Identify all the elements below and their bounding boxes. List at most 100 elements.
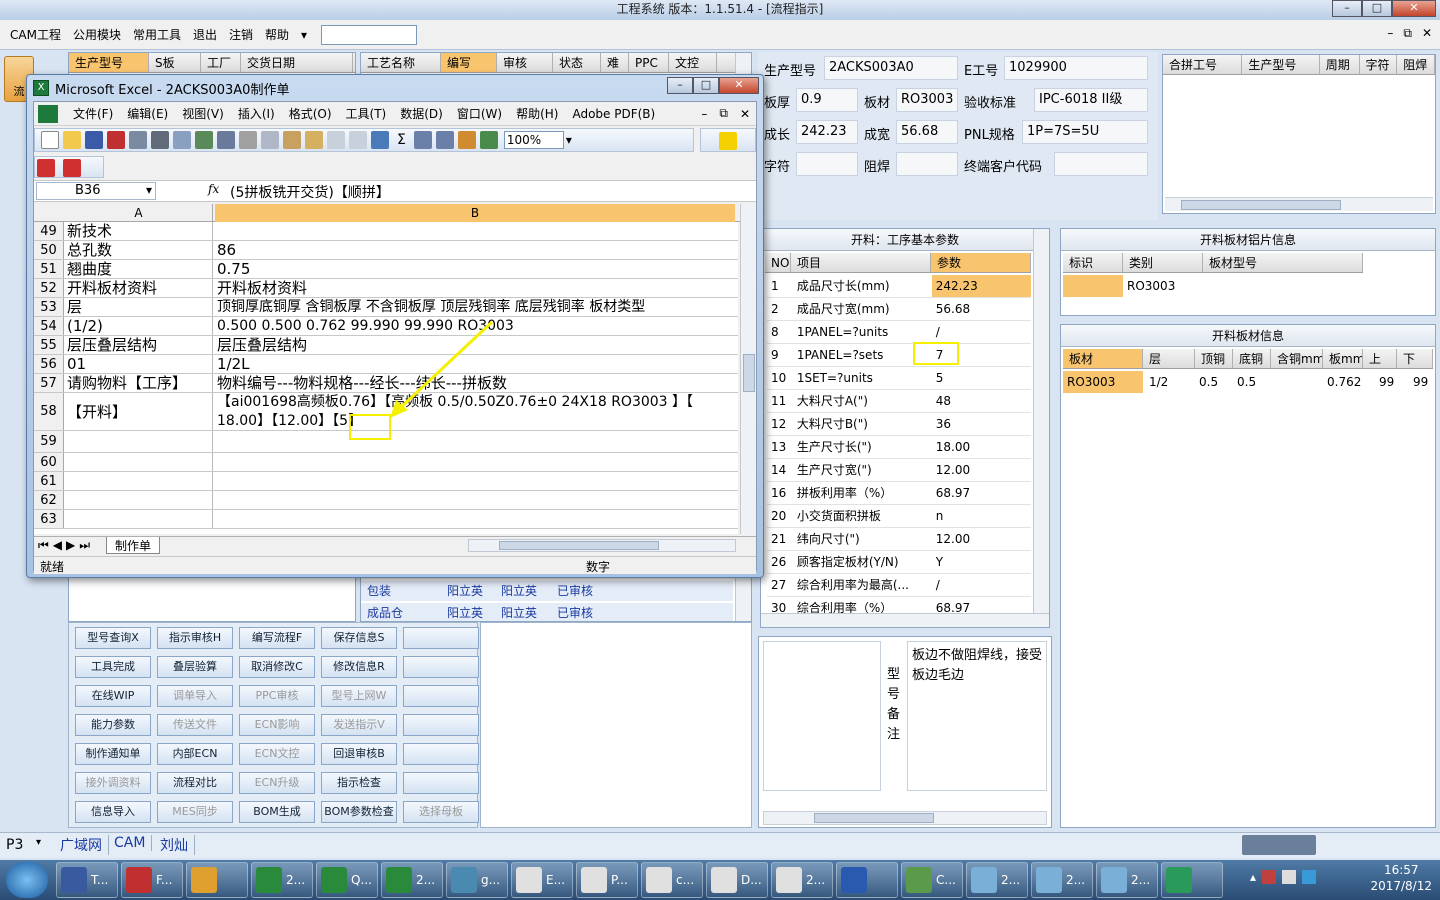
excel-doc-min-icon[interactable]: – [695, 107, 713, 121]
mask-field[interactable] [896, 152, 958, 176]
row-number[interactable]: 60 [34, 453, 64, 471]
col-layer[interactable]: 层 [1143, 349, 1195, 368]
action-button[interactable] [403, 627, 479, 649]
col-down[interactable]: 下 [1397, 349, 1433, 368]
cell-a[interactable]: 翘曲度 [65, 260, 213, 278]
col-mark[interactable]: 标识 [1063, 253, 1123, 272]
action-button[interactable]: ECN文控 [239, 743, 315, 765]
cell-a[interactable]: 总孔数 [65, 241, 213, 259]
tray-network-icon[interactable] [1282, 870, 1297, 884]
cell-a[interactable]: 新技术 [65, 222, 213, 240]
col-board-model[interactable]: 板材型号 [1203, 253, 1363, 272]
action-button[interactable]: 在线WIP [75, 685, 151, 707]
excel-menu-help[interactable]: 帮助(H) [509, 105, 565, 122]
action-button[interactable]: BOM生成 [239, 801, 315, 823]
menu-logout[interactable]: 注销 [223, 26, 259, 43]
row-number[interactable]: 49 [34, 222, 64, 240]
row-number[interactable]: 58 [34, 393, 64, 430]
action-button[interactable]: ECN影响 [239, 714, 315, 736]
excel-menu-tools[interactable]: 工具(T) [339, 105, 394, 122]
action-button[interactable] [403, 685, 479, 707]
open-icon[interactable] [63, 131, 81, 149]
action-button[interactable]: 调单导入 [157, 685, 233, 707]
col-top-cu[interactable]: 顶铜 [1195, 349, 1233, 368]
action-button[interactable]: MES同步 [157, 801, 233, 823]
spelling-icon[interactable] [195, 131, 213, 149]
taskbar-item[interactable]: F... [121, 862, 183, 898]
col-review[interactable]: 审核 [497, 53, 553, 72]
save-icon[interactable] [85, 131, 103, 149]
remark-left-box[interactable] [763, 641, 881, 791]
permission-icon[interactable] [107, 131, 125, 149]
cell-a[interactable]: 【开料】 [65, 393, 213, 430]
action-button[interactable]: 型号查询X [75, 627, 151, 649]
wid-field[interactable]: 56.68 [896, 120, 958, 144]
name-box[interactable]: B36 [36, 182, 156, 200]
taskbar-item[interactable] [836, 862, 898, 898]
print-icon[interactable] [151, 131, 169, 149]
sheet-hscroll[interactable] [468, 539, 736, 552]
zoom-select[interactable]: 100% [503, 131, 564, 149]
params-vscroll[interactable] [1033, 229, 1049, 613]
print-preview-icon[interactable] [173, 131, 191, 149]
cell-b[interactable] [215, 453, 735, 471]
table-row[interactable]: RO3003 1/2 0.5 0.5 0.762 99 99 [1063, 371, 1433, 393]
cell-a[interactable]: (1/2) [65, 317, 213, 335]
table-row[interactable]: 14 生产尺寸宽(") 12.00 [767, 459, 1031, 482]
minimize-button[interactable]: – [1332, 0, 1362, 17]
row-number[interactable]: 51 [34, 260, 64, 278]
taskbar-item[interactable]: 2... [381, 862, 443, 898]
model-field[interactable]: 2ACKS003A0 [824, 56, 958, 80]
cell-a[interactable]: 01 [65, 355, 213, 373]
chevron-down-icon[interactable]: ▾ [295, 28, 313, 42]
std-field[interactable]: IPC-6018 II级 [1034, 88, 1148, 112]
action-button[interactable]: BOM参数检查 [321, 801, 397, 823]
table-row[interactable]: 2 成品尺寸宽(mm) 56.68 [767, 298, 1031, 321]
menu-exit[interactable]: 退出 [187, 26, 223, 43]
excel-menu-window[interactable]: 窗口(W) [450, 105, 509, 122]
action-button[interactable]: 内部ECN [157, 743, 233, 765]
pdf-email-icon[interactable] [62, 159, 81, 177]
excel-menu-insert[interactable]: 插入(I) [231, 105, 282, 122]
formula-input[interactable]: (5拼板铣开交货)【顺拼】 [230, 182, 390, 202]
action-button[interactable]: 编写流程F [239, 627, 315, 649]
action-button[interactable]: 叠层验算 [157, 656, 233, 678]
cell-b[interactable]: 【ai001698高频板0.76】【高频板 0.5/0.50Z0.76±0 24… [215, 393, 735, 430]
excel-maximize-button[interactable]: □ [693, 77, 719, 94]
row-number[interactable]: 55 [34, 336, 64, 354]
chart-wizard-icon[interactable] [457, 131, 476, 149]
cell-a[interactable]: 层 [65, 298, 213, 316]
taskbar-item[interactable]: 2... [1096, 862, 1158, 898]
params-hscroll[interactable] [761, 613, 1049, 627]
menu-cam[interactable]: CAM工程 [4, 26, 67, 43]
excel-menu-view[interactable]: 视图(V) [175, 105, 231, 122]
col-board[interactable]: 板材 [1063, 349, 1143, 368]
row-number[interactable]: 54 [34, 317, 64, 335]
ime-bar[interactable] [1242, 835, 1316, 855]
merge-hscroll[interactable] [1165, 197, 1433, 211]
col-delivery[interactable]: 交货日期 [241, 53, 353, 72]
table-row[interactable]: 10 1SET=?units 5 [767, 367, 1031, 390]
cust-field[interactable] [1054, 152, 1148, 176]
table-row[interactable]: 20 小交货面积拼板 n [767, 505, 1031, 528]
menu-combo[interactable] [321, 24, 418, 45]
fill-color-icon[interactable] [719, 132, 737, 150]
new-icon[interactable] [41, 131, 59, 149]
col-doc[interactable]: 文控 [669, 53, 717, 72]
redo-icon[interactable] [349, 131, 367, 149]
menu-common[interactable]: 公用模块 [67, 26, 127, 43]
status-chevron-icon[interactable]: ▾ [36, 837, 41, 848]
action-button[interactable]: 工具完成 [75, 656, 151, 678]
row-number[interactable]: 50 [34, 241, 64, 259]
table-row[interactable]: RO3003 [1063, 275, 1363, 297]
cell-b[interactable] [215, 431, 735, 452]
excel-doc-restore-icon[interactable]: ⧉ [713, 106, 734, 121]
row-number[interactable]: 62 [34, 491, 64, 509]
excel-doc-close-icon[interactable]: ✕ [734, 107, 756, 121]
cell-b[interactable] [215, 510, 735, 528]
excel-menu-file[interactable]: 文件(F) [66, 105, 120, 122]
action-button[interactable]: 传送文件 [157, 714, 233, 736]
sort-asc-icon[interactable] [413, 131, 432, 149]
pnl-field[interactable]: 1P=7S=5U [1022, 120, 1148, 144]
action-button[interactable]: 指示审核H [157, 627, 233, 649]
